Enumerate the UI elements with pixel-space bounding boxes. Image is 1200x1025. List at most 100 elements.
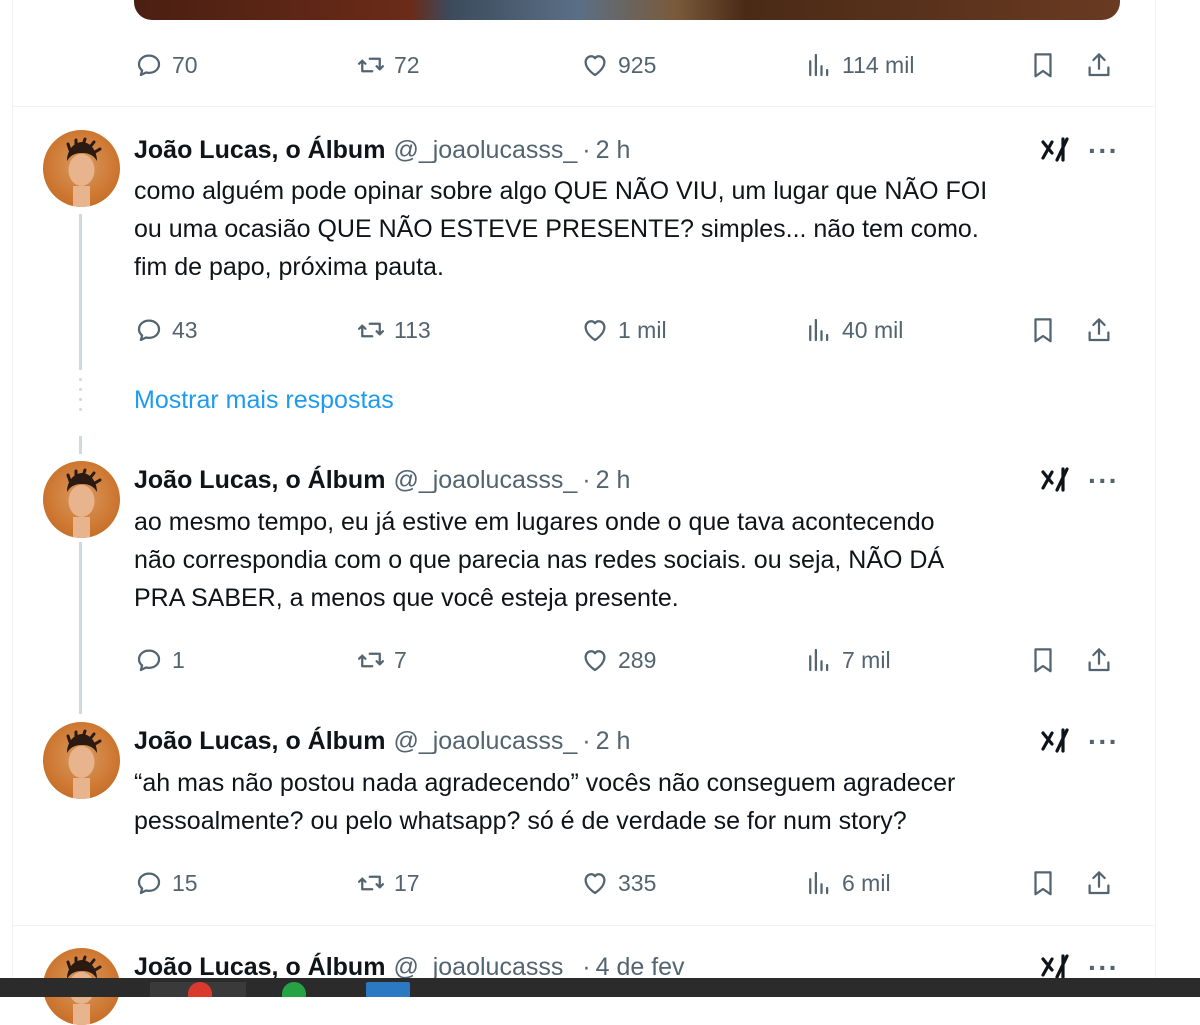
author-handle[interactable]: @_joaolucasss_ bbox=[393, 727, 577, 756]
avatar[interactable] bbox=[43, 722, 120, 799]
tweet-text: como alguém pode opinar sobre algo QUE N… bbox=[134, 177, 988, 281]
os-taskbar bbox=[0, 978, 1200, 997]
thread-connector bbox=[79, 542, 82, 714]
heart-icon bbox=[584, 873, 606, 895]
share-icon bbox=[1088, 318, 1110, 342]
share-button[interactable] bbox=[1084, 310, 1114, 350]
views-button[interactable]: 7 mil bbox=[804, 640, 891, 680]
heart-icon bbox=[584, 55, 606, 77]
tweet-time[interactable]: 2 h bbox=[596, 727, 631, 756]
tweet-header: João Lucas, o Álbum @_joaolucasss_ · 2 h bbox=[134, 465, 630, 495]
avatar[interactable] bbox=[43, 130, 120, 207]
retweet-count: 72 bbox=[394, 51, 420, 78]
more-icon[interactable]: ··· bbox=[1088, 467, 1122, 501]
tweet-text: “ah mas não postou nada agradecendo” voc… bbox=[134, 769, 956, 835]
retweet-button[interactable]: 113 bbox=[356, 310, 431, 350]
author-name[interactable]: João Lucas, o Álbum bbox=[134, 727, 385, 756]
like-button[interactable]: 335 bbox=[580, 863, 656, 903]
retweet-icon bbox=[358, 322, 384, 338]
like-button[interactable]: 289 bbox=[580, 640, 656, 680]
top-tweet-actions: 70 72 925 114 mil bbox=[134, 45, 1124, 85]
reply-icon bbox=[137, 54, 161, 77]
show-more-replies-link[interactable]: Mostrar mais respostas bbox=[134, 386, 394, 415]
separator: · bbox=[582, 465, 591, 494]
tweet-time[interactable]: 2 h bbox=[596, 136, 631, 165]
views-count: 7 mil bbox=[842, 646, 891, 673]
separator: · bbox=[582, 726, 591, 755]
tweet-divider bbox=[12, 106, 1154, 107]
thread-connector bbox=[79, 436, 82, 454]
like-count: 335 bbox=[618, 869, 657, 896]
like-count: 289 bbox=[618, 646, 657, 673]
author-name[interactable]: João Lucas, o Álbum bbox=[134, 466, 385, 495]
more-icon[interactable]: ··· bbox=[1088, 728, 1122, 762]
thread-connector bbox=[79, 214, 82, 370]
retweet-icon bbox=[358, 57, 384, 73]
reply-button[interactable]: 1 bbox=[134, 640, 185, 680]
reply-button[interactable]: 15 bbox=[134, 863, 198, 903]
views-icon bbox=[809, 871, 829, 895]
grok-icon[interactable] bbox=[1038, 724, 1072, 758]
heart-icon bbox=[584, 320, 606, 342]
reply-icon bbox=[137, 872, 161, 895]
tweet-time[interactable]: 2 h bbox=[596, 466, 631, 495]
views-count: 6 mil bbox=[842, 869, 891, 896]
views-icon bbox=[809, 648, 829, 672]
views-button[interactable]: 6 mil bbox=[804, 863, 891, 903]
bookmark-icon bbox=[1034, 318, 1052, 343]
author-handle[interactable]: @_joaolucasss_ bbox=[393, 466, 577, 495]
reply-count: 70 bbox=[172, 51, 198, 78]
views-button[interactable]: 114 mil bbox=[804, 45, 914, 85]
views-button[interactable]: 40 mil bbox=[804, 310, 903, 350]
like-count: 1 mil bbox=[618, 316, 667, 343]
bookmark-icon bbox=[1034, 53, 1052, 78]
views-icon bbox=[809, 318, 829, 342]
views-count: 40 mil bbox=[842, 316, 904, 343]
avatar[interactable] bbox=[43, 461, 120, 538]
share-icon bbox=[1088, 871, 1110, 895]
bookmark-button[interactable] bbox=[1028, 863, 1058, 903]
share-button[interactable] bbox=[1084, 640, 1114, 680]
retweet-button[interactable]: 17 bbox=[356, 863, 420, 903]
grok-icon[interactable] bbox=[1038, 133, 1072, 167]
reply-icon bbox=[137, 649, 161, 672]
author-name[interactable]: João Lucas, o Álbum bbox=[134, 136, 385, 165]
retweet-count: 7 bbox=[394, 646, 407, 673]
tweet-actions: 15 17 335 6 mil bbox=[134, 863, 1124, 903]
share-button[interactable] bbox=[1084, 45, 1114, 85]
folder-icon[interactable] bbox=[366, 982, 410, 997]
bookmark-icon bbox=[1034, 648, 1052, 673]
whatsapp-icon[interactable] bbox=[282, 982, 306, 997]
reply-count: 1 bbox=[172, 646, 185, 673]
bookmark-button[interactable] bbox=[1028, 310, 1058, 350]
heart-icon bbox=[584, 650, 606, 672]
author-handle[interactable]: @_joaolucasss_ bbox=[393, 136, 577, 165]
tweet-divider bbox=[12, 925, 1154, 926]
bookmark-icon bbox=[1034, 871, 1052, 896]
thread-dots bbox=[79, 378, 82, 418]
separator: · bbox=[582, 135, 591, 164]
views-icon bbox=[809, 53, 829, 77]
share-button[interactable] bbox=[1084, 863, 1114, 903]
retweet-count: 113 bbox=[394, 316, 431, 343]
reply-count: 43 bbox=[172, 316, 198, 343]
tweet-media-image[interactable] bbox=[134, 0, 1120, 20]
retweet-count: 17 bbox=[394, 869, 420, 896]
share-icon bbox=[1088, 648, 1110, 672]
bookmark-button[interactable] bbox=[1028, 45, 1058, 85]
grok-icon[interactable] bbox=[1038, 463, 1072, 497]
more-icon[interactable]: ··· bbox=[1088, 137, 1122, 171]
reply-button[interactable]: 70 bbox=[134, 45, 198, 85]
bookmark-button[interactable] bbox=[1028, 640, 1058, 680]
tweet-header: João Lucas, o Álbum @_joaolucasss_ · 2 h bbox=[134, 135, 630, 165]
tweet-text: ao mesmo tempo, eu já estive em lugares … bbox=[134, 508, 945, 612]
like-button[interactable]: 1 mil bbox=[580, 310, 667, 350]
reply-button[interactable]: 43 bbox=[134, 310, 198, 350]
retweet-button[interactable]: 72 bbox=[356, 45, 420, 85]
reply-icon bbox=[137, 319, 161, 342]
retweet-icon bbox=[358, 875, 384, 891]
tweet-header: João Lucas, o Álbum @_joaolucasss_ · 2 h bbox=[134, 726, 630, 756]
retweet-button[interactable]: 7 bbox=[356, 640, 407, 680]
tweet-actions: 1 7 289 7 mil bbox=[134, 640, 1124, 680]
like-button[interactable]: 925 bbox=[580, 45, 656, 85]
